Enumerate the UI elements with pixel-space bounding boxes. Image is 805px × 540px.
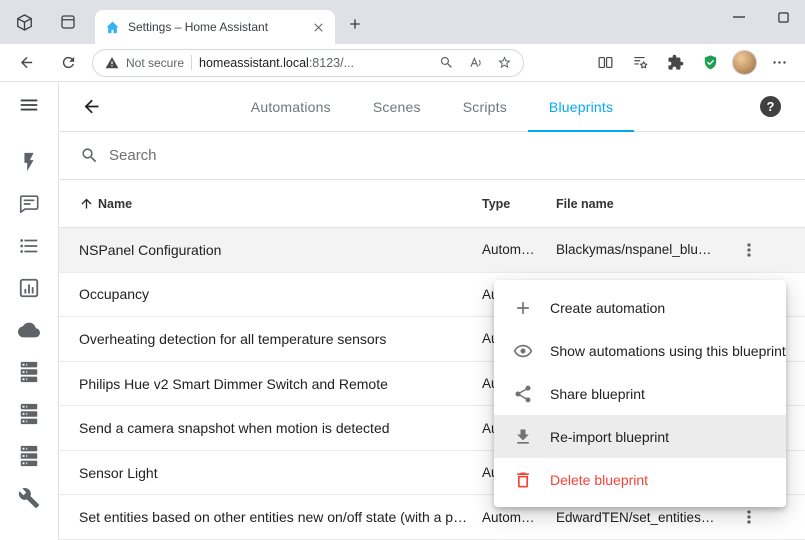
row-name: Set entities based on other entities new… <box>79 509 482 525</box>
browser-tab-strip: Settings – Home Assistant <box>0 0 805 44</box>
lightning-icon[interactable] <box>17 150 41 174</box>
read-aloud-icon[interactable] <box>464 52 486 74</box>
browser-toolbar: Not secure homeassistant.local:8123/... <box>0 44 805 82</box>
list-icon[interactable] <box>17 234 41 258</box>
server-icon[interactable] <box>17 402 41 426</box>
server-icon[interactable] <box>17 444 41 468</box>
column-label-file: File name <box>556 197 614 211</box>
tab-scenes[interactable]: Scenes <box>352 82 442 132</box>
column-label-type: Type <box>482 197 510 211</box>
column-label-name: Name <box>98 197 132 211</box>
wrench-icon[interactable] <box>17 486 41 510</box>
row-file: Blackymas/nspanel_blueprin… <box>556 242 725 257</box>
tab-actions-icon[interactable] <box>54 8 82 36</box>
close-tab-icon[interactable] <box>309 18 327 36</box>
table-row[interactable]: NSPanel Configuration Autom… Blackymas/n… <box>59 228 805 273</box>
home-assistant-favicon <box>105 20 120 35</box>
address-divider <box>191 55 192 70</box>
search-icon <box>80 146 99 165</box>
favorite-star-icon[interactable] <box>493 52 515 74</box>
tab-title: Settings – Home Assistant <box>128 20 301 34</box>
download-icon <box>512 426 534 448</box>
tab-scripts[interactable]: Scripts <box>442 82 528 132</box>
search-placeholder: Search <box>109 147 157 164</box>
help-icon[interactable]: ? <box>760 96 781 117</box>
row-name: Occupancy <box>79 286 482 302</box>
split-screen-icon[interactable] <box>589 47 621 79</box>
url-host: homeassistant.local <box>199 56 309 70</box>
more-menu-icon[interactable] <box>763 47 795 79</box>
menu-item-label: Delete blueprint <box>550 472 648 488</box>
server-icon[interactable] <box>17 360 41 384</box>
menu-item-reimport-blueprint[interactable]: Re-import blueprint <box>494 415 786 458</box>
column-header-name[interactable]: Name <box>79 196 482 211</box>
browser-tab[interactable]: Settings – Home Assistant <box>95 10 335 44</box>
ha-back-icon[interactable] <box>77 93 105 121</box>
menu-item-label: Create automation <box>550 300 665 316</box>
row-file: EdwardTEN/set_entities_bas… <box>556 510 725 525</box>
browser-window: Settings – Home Assistant <box>0 0 805 540</box>
blueprint-context-menu: Create automation Show automations using… <box>494 280 786 507</box>
address-bar[interactable]: Not secure homeassistant.local:8123/... <box>92 49 524 77</box>
row-name: Philips Hue v2 Smart Dimmer Switch and R… <box>79 376 482 392</box>
window-controls <box>717 0 805 34</box>
row-type: Autom… <box>482 242 556 257</box>
menu-item-create-automation[interactable]: Create automation <box>494 286 786 329</box>
cloud-icon[interactable] <box>17 318 41 342</box>
menu-icon[interactable] <box>17 93 41 117</box>
menu-item-label: Show automations using this blueprint <box>550 343 786 359</box>
row-type: Autom… <box>482 510 556 525</box>
eye-icon <box>512 340 534 362</box>
delete-icon <box>512 469 534 491</box>
row-name: Sensor Light <box>79 465 482 481</box>
minimize-icon[interactable] <box>717 0 761 34</box>
menu-item-label: Re-import blueprint <box>550 429 669 445</box>
sort-arrow-icon <box>79 196 94 211</box>
menu-item-share-blueprint[interactable]: Share blueprint <box>494 372 786 415</box>
security-status[interactable]: Not secure <box>126 56 184 70</box>
browser-left-controls <box>10 0 82 44</box>
row-name: Overheating detection for all temperatur… <box>79 331 482 347</box>
ha-sidebar <box>0 82 59 540</box>
url-path: :8123/... <box>309 56 354 70</box>
pinned-extension-icon[interactable] <box>694 47 726 79</box>
row-overflow-icon[interactable] <box>725 240 773 260</box>
refresh-icon[interactable] <box>52 47 84 79</box>
extensions-icon[interactable] <box>659 47 691 79</box>
profile-avatar[interactable] <box>732 50 757 75</box>
tab-blueprints[interactable]: Blueprints <box>528 82 634 132</box>
row-overflow-icon[interactable] <box>725 507 773 527</box>
menu-item-label: Share blueprint <box>550 386 645 402</box>
column-header-type[interactable]: Type <box>482 197 556 211</box>
zoom-icon[interactable] <box>435 52 457 74</box>
workspaces-icon[interactable] <box>10 8 38 36</box>
chart-box-icon[interactable] <box>17 276 41 300</box>
new-tab-icon[interactable] <box>341 10 369 38</box>
favorites-icon[interactable] <box>624 47 656 79</box>
plus-icon <box>512 297 534 319</box>
column-header-file[interactable]: File name <box>556 197 725 211</box>
ha-header: Automations Scenes Scripts Blueprints ? <box>59 82 805 132</box>
chat-icon[interactable] <box>17 192 41 216</box>
row-name: NSPanel Configuration <box>79 242 482 258</box>
share-icon <box>512 383 534 405</box>
menu-item-delete-blueprint[interactable]: Delete blueprint <box>494 458 786 501</box>
menu-item-show-automations[interactable]: Show automations using this blueprint <box>494 329 786 372</box>
table-header: Name Type File name <box>59 180 805 228</box>
toolbar-right-icons <box>589 47 795 79</box>
not-secure-warning-icon[interactable] <box>105 56 119 70</box>
tab-automations[interactable]: Automations <box>230 82 352 132</box>
row-name: Send a camera snapshot when motion is de… <box>79 420 482 436</box>
ha-tab-bar: Automations Scenes Scripts Blueprints <box>230 82 634 132</box>
back-icon[interactable] <box>10 47 42 79</box>
maximize-icon[interactable] <box>761 0 805 34</box>
search-bar[interactable]: Search <box>59 132 805 180</box>
url-text: homeassistant.local:8123/... <box>199 56 428 70</box>
